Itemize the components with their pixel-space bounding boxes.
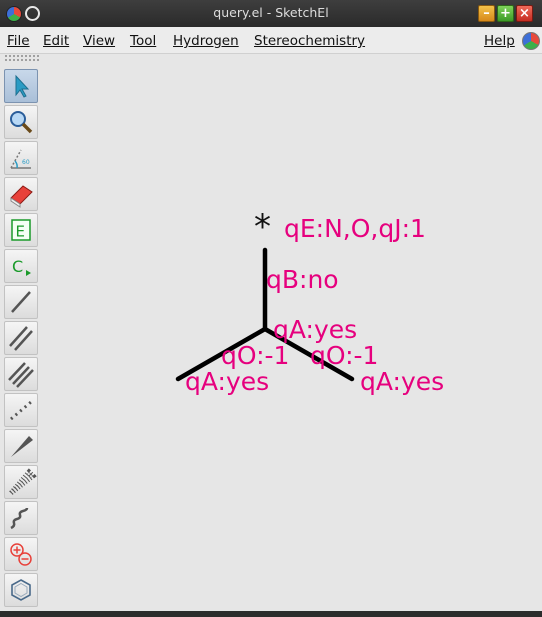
select-tool-button[interactable] — [4, 69, 38, 103]
center-atom-query-label: qA:yes — [273, 315, 358, 344]
drawing-canvas[interactable]: * qE:N,O,qJ:1 qB:no qA:yes qO:-1 qO:-1 q… — [44, 54, 542, 610]
atom-query-label: qE:N,O,qJ:1 — [284, 214, 426, 243]
tool-palette: 60 E C — [3, 54, 40, 610]
menu-bar: File Edit View Tool Hydrogen Stereochemi… — [0, 27, 542, 54]
double-bond-icon — [9, 326, 33, 351]
element-tool-button[interactable]: E — [4, 213, 38, 247]
wedge-bond-icon — [11, 436, 33, 457]
triple-bond-icon — [8, 362, 34, 388]
svg-text:E: E — [16, 223, 25, 241]
maximize-button[interactable]: + — [497, 5, 514, 22]
hashed-bond-tool-button[interactable] — [4, 465, 38, 499]
zoom-tool-button[interactable] — [4, 105, 38, 139]
menu-stereochemistry[interactable]: Stereochemistry — [254, 33, 365, 49]
wavy-bond-tool-button[interactable] — [4, 501, 38, 535]
single-bond-icon — [11, 291, 31, 313]
app-window: query.el - SketchEl – + × File Edit View… — [0, 0, 542, 617]
zero-bond-tool-button[interactable] — [4, 393, 38, 427]
charge-plus-minus-icon — [10, 543, 32, 566]
minimize-button[interactable]: – — [478, 5, 495, 22]
menu-hydrogen[interactable]: Hydrogen — [173, 33, 239, 49]
wedge-bond-tool-button[interactable] — [4, 429, 38, 463]
menu-file[interactable]: File — [7, 33, 30, 49]
svg-text:C: C — [12, 257, 23, 276]
toolbar-grip[interactable] — [4, 54, 40, 63]
bond-query-label-left: qO:-1 — [221, 341, 290, 370]
triple-bond-tool-button[interactable] — [4, 357, 38, 391]
ring-tool-button[interactable] — [4, 573, 38, 607]
element-icon: E — [11, 219, 31, 241]
single-bond-tool-button[interactable] — [4, 285, 38, 319]
bond-query-label-top: qB:no — [266, 265, 339, 294]
erase-tool-button[interactable] — [4, 177, 38, 211]
menu-tool[interactable]: Tool — [130, 33, 156, 49]
menu-edit[interactable]: Edit — [43, 33, 69, 49]
charge-icon: C — [12, 257, 31, 276]
window-title: query.el - SketchEl — [213, 5, 329, 20]
hashed-bond-icon — [9, 468, 37, 495]
query-atom-symbol[interactable]: * — [254, 210, 271, 244]
ring-icon — [11, 579, 31, 601]
select-arrow-icon — [15, 74, 30, 98]
rotate-tool-button[interactable]: 60 — [4, 141, 38, 175]
svg-text:60: 60 — [22, 159, 30, 166]
close-button[interactable]: × — [516, 5, 533, 22]
zero-bond-icon — [10, 400, 32, 421]
eraser-icon — [10, 185, 33, 208]
charge-plus-minus-tool-button[interactable] — [4, 537, 38, 571]
menu-view[interactable]: View — [83, 33, 115, 49]
bond-query-label-right: qO:-1 — [310, 341, 379, 370]
zoom-icon — [10, 111, 33, 134]
wavy-bond-icon — [10, 507, 29, 530]
help-logo-icon — [522, 32, 540, 50]
rotate-icon: 60 — [10, 149, 31, 169]
charge-tool-button[interactable]: C — [4, 249, 38, 283]
window-bottom-edge — [0, 611, 542, 617]
menu-help[interactable]: Help — [484, 33, 515, 49]
title-bar[interactable]: query.el - SketchEl – + × — [0, 0, 542, 27]
left-atom-query-label: qA:yes — [185, 367, 270, 396]
right-atom-query-label: qA:yes — [360, 367, 445, 396]
double-bond-tool-button[interactable] — [4, 321, 38, 355]
